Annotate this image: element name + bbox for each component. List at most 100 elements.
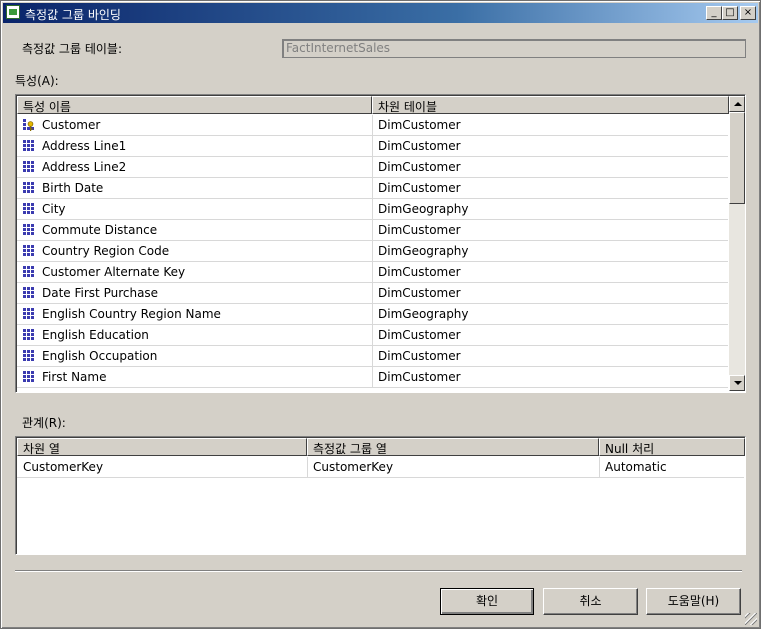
attribute-name-cell[interactable]: Birth Date [42, 178, 367, 198]
column-divider [372, 157, 373, 178]
separator-line [15, 570, 742, 572]
attribute-name-cell[interactable]: Address Line1 [42, 136, 367, 156]
attribute-icon [23, 140, 34, 152]
dimension-table-cell[interactable]: DimCustomer [378, 367, 723, 387]
measure-group-table-label: 측정값 그룹 테이블: [22, 42, 122, 56]
measure-group-column-cell[interactable]: CustomerKey [313, 457, 593, 477]
key-attribute-icon [23, 119, 34, 131]
scroll-thumb[interactable] [729, 112, 745, 204]
column-divider [372, 325, 373, 346]
attribute-name-cell[interactable]: Country Region Code [42, 241, 367, 261]
attribute-row[interactable]: Commute Distance DimCustomer [17, 220, 728, 241]
resize-grip[interactable] [745, 613, 757, 625]
column-header-dimension-column[interactable]: 차원 열 [17, 438, 307, 456]
dimension-column-cell[interactable]: CustomerKey [23, 457, 303, 477]
column-divider [372, 220, 373, 241]
attribute-row[interactable]: Address Line1 DimCustomer [17, 136, 728, 157]
chevron-down-icon [734, 381, 742, 385]
attribute-name-cell[interactable]: City [42, 199, 367, 219]
column-divider [372, 115, 373, 136]
column-divider [372, 199, 373, 220]
measure-group-table-field[interactable]: FactInternetSales [282, 39, 746, 58]
relationships-list[interactable]: 차원 열 측정값 그룹 열 Null 처리 CustomerKey Custom… [15, 436, 746, 555]
attribute-icon [23, 161, 34, 173]
column-divider [372, 283, 373, 304]
attribute-icon [23, 371, 34, 383]
help-button[interactable]: 도움말(H) [646, 588, 741, 615]
attribute-row[interactable]: English Occupation DimCustomer [17, 346, 728, 367]
attribute-row[interactable]: City DimGeography [17, 199, 728, 220]
relationships-label: 관계(R): [22, 416, 66, 430]
dimension-table-cell[interactable]: DimCustomer [378, 262, 723, 282]
attribute-icon [23, 266, 34, 278]
attribute-icon [23, 329, 34, 341]
column-divider [372, 346, 373, 367]
close-button[interactable]: × [740, 6, 756, 20]
cancel-button[interactable]: 취소 [543, 588, 638, 615]
column-divider [307, 457, 308, 478]
column-header-measure-group-column[interactable]: 측정값 그룹 열 [307, 438, 599, 456]
attribute-name-cell[interactable]: Customer [42, 115, 367, 135]
title-bar[interactable]: 측정값 그룹 바인딩 _ □ × [3, 3, 758, 23]
maximize-button[interactable]: □ [722, 6, 738, 20]
attribute-name-cell[interactable]: Address Line2 [42, 157, 367, 177]
column-divider [372, 136, 373, 157]
dimension-table-cell[interactable]: DimGeography [378, 241, 723, 261]
column-divider [372, 241, 373, 262]
dimension-table-cell[interactable]: DimCustomer [378, 220, 723, 240]
column-divider [372, 304, 373, 325]
column-header-dimension-table[interactable]: 차원 테이블 [372, 96, 729, 114]
attribute-row[interactable]: Birth Date DimCustomer [17, 178, 728, 199]
attribute-row[interactable]: Address Line2 DimCustomer [17, 157, 728, 178]
attribute-name-cell[interactable]: English Country Region Name [42, 304, 367, 324]
attribute-name-cell[interactable]: English Occupation [42, 346, 367, 366]
window-title: 측정값 그룹 바인딩 [25, 8, 121, 22]
attribute-name-cell[interactable]: Date First Purchase [42, 283, 367, 303]
dimension-table-cell[interactable]: DimCustomer [378, 115, 723, 135]
attributes-vertical-scrollbar[interactable] [729, 96, 745, 391]
attributes-list[interactable]: 특성 이름 차원 테이블 Customer DimCustomer Address … [15, 94, 746, 393]
column-divider [372, 262, 373, 283]
column-divider [372, 178, 373, 199]
dimension-table-cell[interactable]: DimGeography [378, 199, 723, 219]
attribute-icon [23, 287, 34, 299]
measure-group-binding-dialog: 측정값 그룹 바인딩 _ □ × 측정값 그룹 테이블: FactInterne… [0, 0, 761, 629]
attribute-name-cell[interactable]: First Name [42, 367, 367, 387]
attribute-row[interactable]: Date First Purchase DimCustomer [17, 283, 728, 304]
scroll-down-button[interactable] [729, 375, 745, 391]
attribute-icon [23, 203, 34, 215]
attribute-icon [23, 350, 34, 362]
column-header-attribute-name[interactable]: 특성 이름 [17, 96, 372, 114]
attribute-row[interactable]: First Name DimCustomer [17, 367, 728, 388]
relationship-row[interactable]: CustomerKey CustomerKey Automatic [17, 457, 744, 478]
dimension-table-cell[interactable]: DimCustomer [378, 136, 723, 156]
dimension-table-cell[interactable]: DimGeography [378, 304, 723, 324]
attribute-icon [23, 224, 34, 236]
attribute-icon [23, 308, 34, 320]
attribute-row[interactable]: Country Region Code DimGeography [17, 241, 728, 262]
column-divider [599, 457, 600, 478]
minimize-button[interactable]: _ [706, 6, 722, 20]
dimension-table-cell[interactable]: DimCustomer [378, 283, 723, 303]
attribute-row[interactable]: English Education DimCustomer [17, 325, 728, 346]
dimension-table-cell[interactable]: DimCustomer [378, 346, 723, 366]
column-header-null-processing[interactable]: Null 처리 [599, 438, 745, 456]
dimension-table-cell[interactable]: DimCustomer [378, 157, 723, 177]
attribute-icon [23, 182, 34, 194]
attribute-name-cell[interactable]: Customer Alternate Key [42, 262, 367, 282]
scroll-up-button[interactable] [729, 96, 745, 112]
attribute-name-cell[interactable]: English Education [42, 325, 367, 345]
dimension-table-cell[interactable]: DimCustomer [378, 178, 723, 198]
chevron-up-icon [734, 102, 742, 106]
dimension-table-cell[interactable]: DimCustomer [378, 325, 723, 345]
attribute-icon [23, 245, 34, 257]
attribute-row[interactable]: Customer Alternate Key DimCustomer [17, 262, 728, 283]
attribute-row[interactable]: English Country Region Name DimGeography [17, 304, 728, 325]
ok-button[interactable]: 확인 [440, 588, 534, 615]
attributes-label: 특성(A): [15, 74, 59, 88]
null-processing-cell[interactable]: Automatic [605, 457, 741, 477]
attribute-row[interactable]: Customer DimCustomer [17, 115, 728, 136]
app-icon [6, 5, 20, 19]
column-divider [372, 367, 373, 388]
attribute-name-cell[interactable]: Commute Distance [42, 220, 367, 240]
